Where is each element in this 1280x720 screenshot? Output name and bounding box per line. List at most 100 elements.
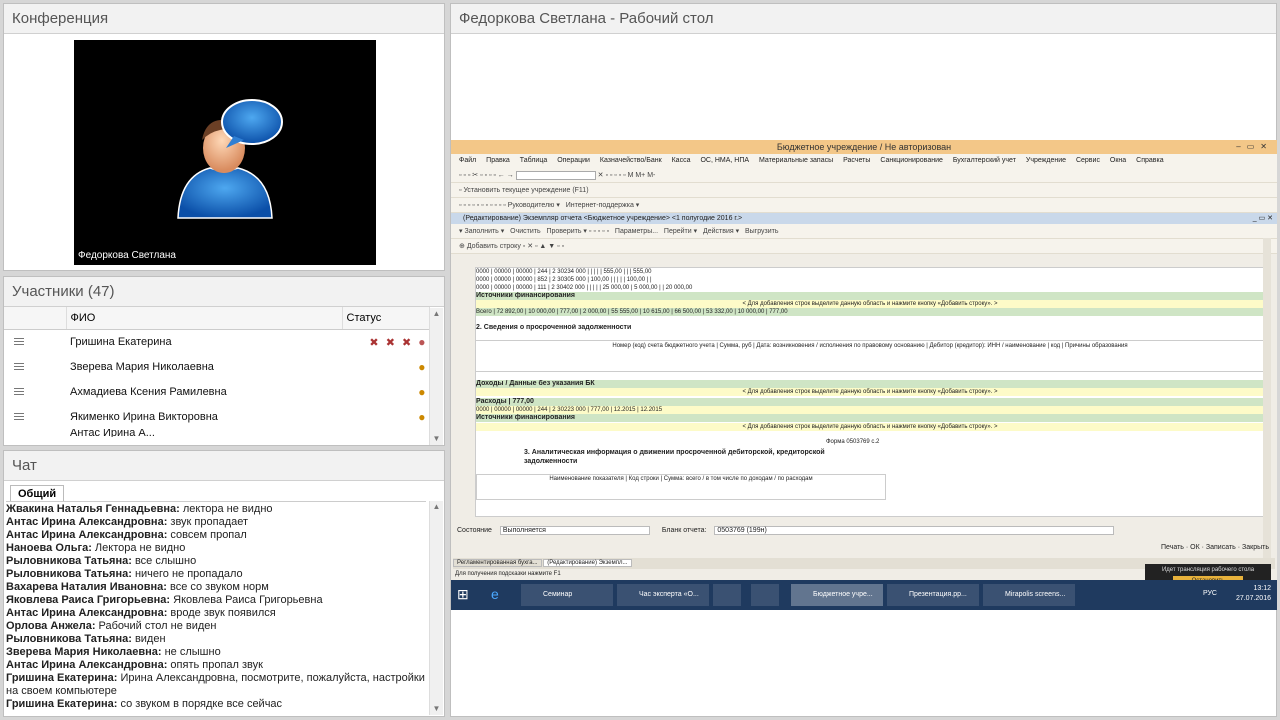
clock[interactable]: 13:12 27.07.2016 [1236, 584, 1271, 604]
app-toolbar[interactable]: ▫ ▫ ▫ ✂ ▫ ▫ ▫ ▫ ← → ✕ ▫ ▫ ▫ ▫ ▫ M M+ M- [451, 168, 1277, 183]
menu-item[interactable]: Правка [486, 157, 510, 164]
participant-row[interactable]: Зверева Мария Николаевна ● [4, 354, 430, 379]
menu-item[interactable]: Казначейство/Банк [600, 157, 662, 164]
scroll-down-icon[interactable]: ▼ [430, 703, 443, 715]
window-controls-icon[interactable]: –▭✕ [1236, 140, 1273, 154]
scroll-up-icon[interactable]: ▲ [430, 501, 443, 513]
drag-handle-icon[interactable] [4, 404, 66, 429]
taskbar-item[interactable]: Презентация.pp... [887, 584, 979, 606]
app-toolbar-2[interactable]: ▫ Установить текущее учреждение (F11) [451, 183, 1277, 198]
chat-panel: Чат Общий Жвакина Наталья Геннадьевна: л… [3, 450, 445, 717]
app-menu: Файл Правка Таблица Операции Казначейств… [451, 154, 1277, 168]
menu-item[interactable]: Расчеты [843, 157, 870, 164]
app-toolbar-3[interactable]: ▫ ▫ ▫ ▫ ▫ ▫ ▫ ▫ ▫ ▫ ▫ Руководителю ▾ Инт… [451, 198, 1277, 213]
col-drag [4, 307, 67, 330]
chat-title: Чат [4, 451, 444, 481]
window-tab[interactable]: Регламентированная бухга... [453, 559, 542, 567]
menu-item[interactable]: Учреждение [1026, 157, 1066, 164]
desktop-title: Федоркова Светлана - Рабочий стол [451, 4, 1276, 34]
participant-row[interactable]: Ахмадиева Ксения Рамилевна ● [4, 379, 430, 404]
grid-scrollbar[interactable] [1263, 238, 1271, 568]
participant-row[interactable]: Якименко Ирина Викторовна ● [4, 404, 430, 429]
participant-name: Ахмадиева Ксения Рамилевна [70, 385, 227, 398]
grid-row: Расходы | 777,00 [476, 398, 1264, 406]
taskbar-item[interactable] [713, 584, 741, 606]
participant-name: Гришина Екатерина [70, 335, 172, 348]
taskbar-item[interactable]: Час эксперта «О... [617, 584, 709, 606]
chat-message: Рыловникова Татьяна: все слышно [6, 555, 197, 567]
participant-row[interactable]: Гришина Екатерина ✖ ✖ ✖ ● [4, 329, 430, 354]
mic-off-icon[interactable]: ✖ [369, 337, 378, 349]
menu-item[interactable]: Файл [459, 157, 476, 164]
chat-message: Гришина Екатерина: Ирина Александровна, … [6, 672, 425, 697]
document-toolbar: ▾ Заполнить ▾ Очистить Проверить ▾ ▫ ▫ ▫… [451, 224, 1277, 239]
participant-row[interactable]: Антас Ирина А... [4, 429, 430, 437]
form-label: Форма 0503769 с.2 [826, 439, 880, 445]
participants-scrollbar[interactable]: ▲ ▼ [429, 308, 443, 445]
participants-panel: Участники (47) ФИО Статус Гришина Екатер… [3, 276, 445, 446]
grid-row: < Для добавления строк выделите данную о… [476, 300, 1264, 308]
status-field[interactable]: Выполняется [499, 525, 650, 535]
grid-total-row: Всего | 72 892,00 | 10 000,00 | 777,00 |… [476, 308, 1264, 316]
chat-message: Антас Ирина Александровна: звук пропадае… [6, 516, 249, 528]
grid-row: 0000 | 00000 | 00000 | 244 | 2 30234 000… [476, 269, 652, 275]
actions-button[interactable]: Действия [703, 228, 734, 235]
start-icon[interactable]: ⊞ [457, 586, 469, 603]
col-name-header[interactable]: ФИО [66, 307, 343, 330]
goto-button[interactable]: Перейти [664, 228, 692, 235]
participant-status[interactable]: ✖ ✖ ✖ ● [342, 329, 430, 354]
chat-message: Яковлева Раиса Григорьевна: Яковлева Раи… [6, 594, 323, 606]
menu-item[interactable]: Сервис [1076, 157, 1100, 164]
menu-item[interactable]: Санкционирование [880, 157, 943, 164]
conference-panel: Конференция Федоркова Светлана [3, 3, 445, 271]
chat-message: Жвакина Наталья Геннадьевна: лектора не … [6, 503, 273, 515]
parameters-button[interactable]: Параметры... [615, 228, 658, 235]
taskbar-item[interactable]: Семинар [521, 584, 613, 606]
window-tab[interactable]: (Редактирование) Экземпл... [543, 559, 632, 567]
drag-handle-icon[interactable] [4, 354, 66, 379]
ie-icon[interactable]: e [491, 586, 499, 602]
export-button[interactable]: Выгрузить [745, 228, 779, 235]
shared-screen[interactable]: Бюджетное учреждение / Не авторизован –▭… [451, 140, 1277, 610]
menu-item[interactable]: Таблица [520, 157, 547, 164]
menu-item[interactable]: Операции [557, 157, 590, 164]
taskbar-item[interactable]: Бюджетное учре... [791, 584, 883, 606]
drag-handle-icon[interactable] [4, 379, 66, 404]
tab-general[interactable]: Общий [10, 485, 65, 501]
clear-button[interactable]: Очистить [510, 228, 540, 235]
drag-handle-icon[interactable] [4, 329, 66, 354]
add-row-toolbar: ⊕ Добавить строку ▫ ✕ ▫ ▲ ▼ ▫ ▫ [451, 239, 1277, 254]
menu-item[interactable]: Окна [1110, 157, 1126, 164]
participants-table: ФИО Статус Гришина Екатерина ✖ ✖ ✖ ● Зве… [4, 307, 430, 437]
user-icon: ● [418, 409, 426, 424]
language-indicator[interactable]: РУС [1203, 590, 1217, 597]
video-name-label: Федоркова Светлана [78, 250, 176, 261]
chat-message: Зверева Мария Николаевна: не слышно [6, 646, 221, 658]
grid-row: 0000 | 00000 | 00000 | 852 | 2 30305 000… [476, 277, 652, 283]
chat-scrollbar[interactable]: ▲ ▼ [429, 501, 443, 715]
col-status-header[interactable]: Статус [342, 307, 430, 330]
blank-field[interactable]: 0503769 (199н) [714, 525, 1115, 535]
drag-handle-icon[interactable] [4, 429, 66, 437]
doc-window-controls-icon[interactable]: _ ▭ ✕ [1253, 213, 1273, 224]
menu-item[interactable]: Бухгалтерский учет [953, 157, 1016, 164]
menu-item[interactable]: Касса [672, 157, 691, 164]
check-button[interactable]: Проверить [546, 228, 581, 235]
grid-row: 0000 | 00000 | 00000 | 244 | 2 30223 000… [476, 406, 1264, 414]
menu-item[interactable]: ОС, НМА, НПА [700, 157, 749, 164]
fill-button[interactable]: Заполнить [464, 228, 498, 235]
scroll-up-icon[interactable]: ▲ [430, 308, 443, 320]
menu-item[interactable]: Справка [1136, 157, 1163, 164]
add-row-button[interactable]: Добавить строку [467, 243, 521, 250]
windows-taskbar: ⊞ e Семинар Час эксперта «О... Бюджетное… [451, 580, 1277, 610]
section-2-header: Номер (код) счета бюджетного учета | Сум… [476, 340, 1264, 372]
menu-item[interactable]: Материальные запасы [759, 157, 833, 164]
scroll-down-icon[interactable]: ▼ [430, 433, 443, 445]
taskbar-item[interactable]: Mirapolis screens... [983, 584, 1075, 606]
screen-off-icon[interactable]: ✖ [402, 337, 411, 349]
bottom-buttons[interactable]: Печать · ОК · Записать · Закрыть [1161, 544, 1269, 551]
camera-off-icon[interactable]: ✖ [386, 337, 395, 349]
chat-message: Орлова Анжела: Рабочий стол не виден [6, 620, 217, 632]
report-grid[interactable]: 0000 | 00000 | 00000 | 244 | 2 30234 000… [475, 267, 1265, 517]
taskbar-item[interactable] [751, 584, 779, 606]
